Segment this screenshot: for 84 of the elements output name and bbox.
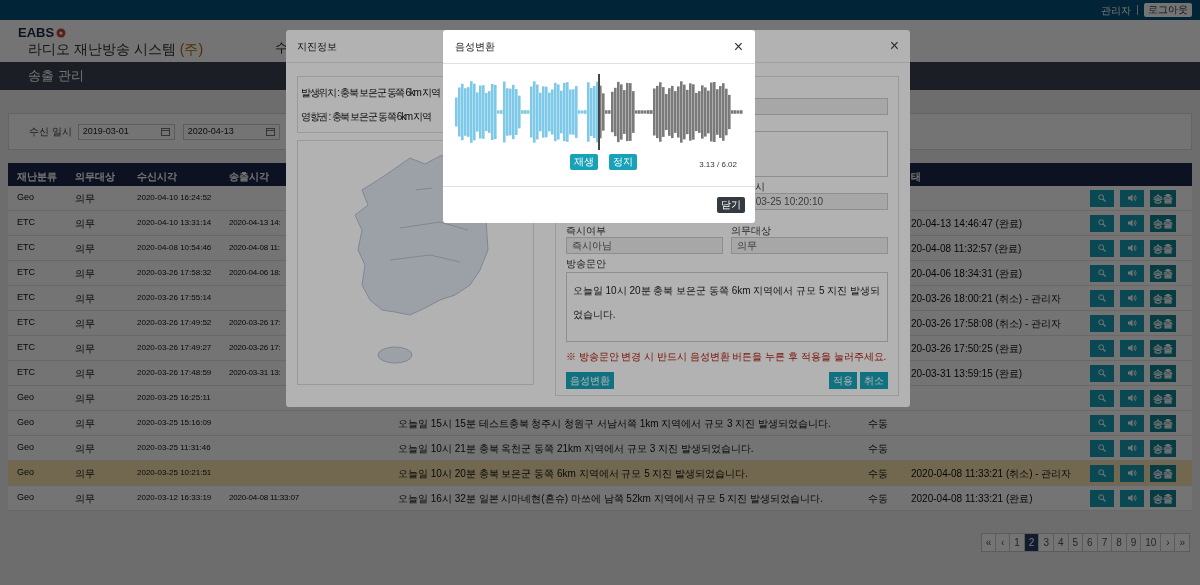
table-cell-text: 의무 (75, 291, 95, 306)
dialog-title: 지진정보 (297, 39, 337, 54)
table-cell-text: 의무 (75, 216, 95, 231)
section-title: 송출 관리 (28, 67, 84, 86)
table-cell-text: 의무 (75, 316, 95, 331)
table-cell: 2020-03-26 17: (229, 342, 281, 354)
table-cell-text: 의무 (75, 391, 95, 406)
table-cell-text: 의무 (75, 266, 95, 281)
table-cell-text: 20-03-26 17:58:08 (취소) - 관리자 (910, 316, 1062, 331)
table-cell: 2020-04-06 18: (229, 267, 281, 279)
table-cell: ETC (17, 341, 35, 355)
column-header: 수신시각 (137, 171, 177, 182)
table-cell-text: 오늘일 16시 32분 일본 시마네현(혼슈) 마쓰에 남쪽 52km 지역에서 규모 5 지진 발생되었습니다. (398, 491, 824, 506)
table-cell-text: 의무 (75, 341, 95, 356)
table-cell: 2020-04-10 16:24:52 (137, 192, 212, 204)
table-cell-text: 2020-04-08 11:33:21 (취소) - 관리자 (910, 466, 1072, 481)
impact-text: 영향권 : 충북 보은군 동쪽 6km 지역 (301, 110, 432, 124)
field-label: 시 (754, 181, 766, 193)
field-label: 즉시여부 (565, 225, 607, 237)
table-cell: 2020-03-25 15:16:09 (137, 417, 212, 429)
warning-text: ※ 방송문안 변경 시 반드시 음성변환 버튼을 누른 후 적용을 눌러주세요. (565, 350, 888, 364)
title-suffix: (주) (179, 40, 204, 58)
table-cell-text: 오늘일 10시 20분 충북 보은군 동쪽 6km 지역에서 규모 5 지진 발생되었습니다. (398, 466, 749, 481)
table-cell-text: 의무 (75, 466, 95, 481)
table-cell: 2020-04-08 11: (229, 242, 280, 254)
table-cell: ETC (17, 291, 35, 305)
table-cell: 2020-03-25 11:31:46 (137, 442, 211, 454)
table-cell: 2020-03-31 13: (229, 367, 281, 379)
table-cell-text: 20-04-08 11:32:57 (완료) (910, 241, 1022, 256)
table-cell-text: 수동 (868, 441, 888, 456)
app-title: 라디오 재난방송 시스템 (28, 40, 176, 58)
table-cell: Geo (17, 491, 34, 505)
table-cell-text: 20-04-13 14:46:47 (완료) (910, 216, 1023, 231)
field-label: 방송문안 (565, 258, 607, 270)
table-cell: 2020-04-08 11:33:07 (229, 492, 299, 504)
location-text: 발생위치 : 충북 보은군 동쪽 6km 지역 (301, 86, 441, 100)
table-cell-text: 오늘일 15시 15분 테스트충북 청주시 청원구 서남서쪽 1km 지역에서 규모 3 지진 발생되었습니다. (398, 416, 831, 431)
table-cell: Geo (17, 191, 34, 205)
table-cell: 2020-04-10 13:31:14 (137, 217, 212, 229)
table-cell: 2020-03-26 17:48:59 (137, 367, 212, 379)
time-text: 3.13 / 6.02 (699, 159, 737, 171)
table-cell: 2020-04-13 14: (229, 217, 281, 229)
table-cell-text: 의무 (75, 241, 95, 256)
table-cell-text: 의무 (75, 441, 95, 456)
table-cell: Geo (17, 391, 34, 405)
table-cell-text: 수동 (868, 491, 888, 506)
table-cell-text: 20-03-26 18:00:21 (취소) - 관리자 (910, 291, 1062, 306)
table-cell: 2020-03-25 16:25:11 (137, 392, 211, 404)
logo-text: EABS (18, 26, 55, 40)
dialog-title: 음성변환 (455, 40, 495, 54)
table-cell: Geo (17, 441, 34, 455)
table-cell: 2020-03-26 17:58:32 (137, 267, 212, 279)
table-cell-text: 20-03-31 13:59:15 (완료) (910, 366, 1023, 381)
search-label: 수신 일시 (29, 125, 72, 139)
table-cell: 2020-03-26 17: (229, 317, 281, 329)
table-cell: ETC (17, 216, 35, 230)
table-cell-text: 의무 (75, 191, 95, 206)
table-cell: ETC (17, 366, 35, 380)
table-cell: Geo (17, 466, 34, 480)
table-cell-text: 의무 (75, 491, 95, 506)
table-cell: ETC (17, 266, 35, 280)
table-cell: ETC (17, 241, 35, 255)
table-cell-text: 오늘일 10시 21분 충북 옥천군 동쪽 21km 지역에서 규모 3 지진 발생되었습니다. (398, 441, 754, 456)
table-cell: 2020-03-26 17:49:52 (137, 317, 212, 329)
table-cell-text: 20-04-06 18:34:31 (완료) (910, 266, 1023, 281)
table-cell: 2020-04-08 10:54:46 (137, 242, 212, 254)
field-label: 의무대상 (730, 225, 772, 237)
table-cell: Geo (17, 416, 34, 430)
table-cell: 2020-03-25 10:21:51 (137, 467, 212, 479)
table-cell: 2020-03-26 17:49:27 (137, 342, 212, 354)
table-cell: ETC (17, 316, 35, 330)
table-cell-text: 20-03-26 17:50:25 (완료) (910, 341, 1023, 356)
table-cell: 2020-03-26 17:55:14 (137, 292, 212, 304)
table-cell: 2020-03-12 16:33:19 (137, 492, 212, 504)
column-header: 의무대상 (75, 171, 115, 182)
table-cell-text: 수동 (868, 466, 888, 481)
table-cell-text: 의무 (75, 416, 95, 431)
column-header: 재난분류 (17, 171, 57, 182)
table-cell-text: 2020-04-08 11:33:21 (완료) (910, 491, 1033, 506)
table-cell-text: 의무 (75, 366, 95, 381)
user-name: 관리자 (1101, 3, 1131, 18)
table-cell-text: 수동 (868, 416, 888, 431)
column-header: 태 (910, 171, 921, 182)
column-header: 송출시각 (229, 171, 269, 182)
